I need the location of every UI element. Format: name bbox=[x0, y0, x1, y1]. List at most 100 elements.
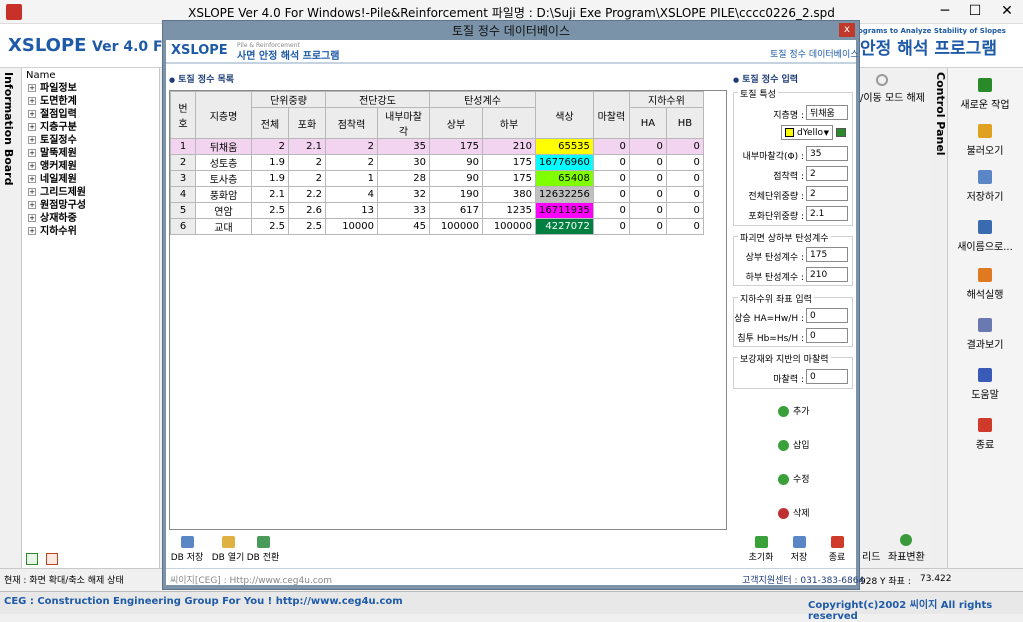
cohesion-input[interactable] bbox=[806, 166, 848, 181]
dialog-close-button[interactable]: x bbox=[839, 23, 855, 37]
save-button[interactable]: 저장 bbox=[786, 536, 812, 563]
col-name[interactable]: 지층명 bbox=[195, 91, 252, 139]
empty-row bbox=[171, 295, 704, 310]
lower-modulus-input[interactable] bbox=[806, 267, 848, 282]
expand-icon[interactable]: + bbox=[28, 175, 36, 183]
mode-text: /이동 모드 해제 bbox=[860, 93, 925, 104]
tree-item[interactable]: + 파일정보 bbox=[28, 82, 77, 95]
control-button[interactable]: 해석실행 bbox=[950, 268, 1020, 301]
col-no[interactable]: 번호 bbox=[170, 91, 196, 139]
hb-input[interactable] bbox=[806, 328, 848, 343]
total-weight-input[interactable] bbox=[806, 186, 848, 201]
control-button[interactable]: 새로운 작업 bbox=[950, 78, 1020, 111]
delete-button[interactable]: 삭제 bbox=[778, 506, 810, 519]
color-select-value: dYello bbox=[797, 127, 824, 138]
coord-convert-button[interactable]: 좌표변환 bbox=[888, 548, 925, 563]
expand-icon[interactable]: + bbox=[28, 227, 36, 235]
col-groundwater[interactable]: 지하수위 bbox=[628, 91, 704, 108]
remove-node-icon[interactable] bbox=[46, 553, 58, 565]
friction-input[interactable] bbox=[806, 146, 848, 161]
col-unit-weight[interactable]: 단위중량 bbox=[251, 91, 326, 108]
expand-icon[interactable]: + bbox=[28, 201, 36, 209]
minimize-button[interactable]: ─ bbox=[930, 0, 960, 22]
control-button[interactable]: 결과보기 bbox=[950, 318, 1020, 351]
col-elastic[interactable]: 탄성계수 bbox=[429, 91, 536, 108]
col-lower[interactable]: 하부 bbox=[482, 107, 536, 139]
sat-weight-input[interactable] bbox=[806, 206, 848, 221]
expand-icon[interactable]: + bbox=[28, 123, 36, 131]
tree-item[interactable]: + 앵커제원 bbox=[28, 160, 77, 173]
control-button-label: 저장하기 bbox=[966, 192, 1004, 203]
control-button[interactable]: 불러오기 bbox=[950, 124, 1020, 157]
tree-item[interactable]: + 말뚝제원 bbox=[28, 147, 77, 160]
expand-icon[interactable]: + bbox=[28, 188, 36, 196]
grid-button[interactable]: 리드 bbox=[862, 548, 880, 563]
db-switch-button[interactable]: DB 전환 bbox=[246, 536, 280, 563]
control-button[interactable]: 종료 bbox=[950, 418, 1020, 451]
col-friction-angle[interactable]: 내부마찰각 bbox=[377, 107, 430, 139]
insert-button[interactable]: 삽입 bbox=[778, 438, 810, 451]
tree-item[interactable]: + 상재하중 bbox=[28, 212, 77, 225]
upper-modulus-input[interactable] bbox=[806, 247, 848, 262]
tree-item[interactable]: + 네일제원 bbox=[28, 173, 77, 186]
row-upper: 90 bbox=[429, 154, 483, 171]
col-shear[interactable]: 전단강도 bbox=[325, 91, 430, 108]
expand-icon[interactable]: + bbox=[28, 97, 36, 105]
tree-item[interactable]: + 지층구분 bbox=[28, 121, 77, 134]
tree-item[interactable]: + 도면한계 bbox=[28, 95, 77, 108]
maximize-button[interactable]: ☐ bbox=[960, 0, 990, 22]
modify-button[interactable]: 수정 bbox=[778, 472, 810, 485]
table-row[interactable]: 2 성토층 1.9 2 2 30 90 175 16776960 0 0 0 bbox=[170, 154, 704, 171]
tree-item[interactable]: + 절점입력 bbox=[28, 108, 77, 121]
table-row[interactable]: 3 토사층 1.9 2 1 28 90 175 65408 0 0 0 bbox=[170, 170, 704, 187]
table-row[interactable]: 6 교대 2.5 2.5 10000 45 100000 100000 4227072 0 0 0 bbox=[170, 218, 704, 235]
col-hb[interactable]: HB bbox=[665, 107, 704, 139]
col-sat[interactable]: 포화 bbox=[288, 107, 326, 139]
tree-header[interactable]: Name bbox=[26, 70, 56, 81]
expand-icon[interactable]: + bbox=[28, 149, 36, 157]
empty-row bbox=[171, 415, 704, 430]
layer-name-input[interactable] bbox=[806, 105, 848, 120]
expand-icon[interactable]: + bbox=[28, 162, 36, 170]
control-button[interactable]: 도움말 bbox=[950, 368, 1020, 401]
search-icon[interactable] bbox=[876, 74, 888, 86]
expand-icon[interactable]: + bbox=[28, 84, 36, 92]
col-friction-force[interactable]: 마찰력 bbox=[592, 91, 630, 139]
row-ha: 0 bbox=[628, 202, 667, 219]
tree-item[interactable]: + 원점망구성 bbox=[28, 199, 86, 212]
db-open-icon bbox=[221, 536, 235, 548]
ha-input[interactable] bbox=[806, 308, 848, 323]
table-row[interactable]: 5 연암 2.5 2.6 13 33 617 1235 16711935 0 0 0 bbox=[170, 202, 704, 219]
elastic-title: 파괴면 상하부 탄성계수 bbox=[738, 231, 831, 244]
db-save-button[interactable]: DB 저장 bbox=[170, 536, 204, 563]
control-button-label: 해석실행 bbox=[966, 290, 1004, 301]
expand-icon[interactable]: + bbox=[28, 214, 36, 222]
col-total[interactable]: 전체 bbox=[251, 107, 289, 139]
empty-row bbox=[171, 400, 704, 415]
friction-force-input[interactable] bbox=[806, 369, 848, 384]
close-button[interactable]: ✕ bbox=[992, 0, 1022, 22]
add-button[interactable]: 추가 bbox=[778, 404, 810, 417]
exit-button[interactable]: 종료 bbox=[824, 536, 850, 563]
table-row[interactable]: 4 풍화암 2.1 2.2 4 32 190 380 12632256 0 0 0 bbox=[170, 186, 704, 203]
col-cohesion[interactable]: 점착력 bbox=[325, 107, 378, 139]
palette-icon[interactable] bbox=[836, 128, 846, 137]
expand-icon[interactable]: + bbox=[28, 110, 36, 118]
col-upper[interactable]: 상부 bbox=[429, 107, 483, 139]
reset-button[interactable]: 초기화 bbox=[746, 536, 776, 563]
expand-icon[interactable]: + bbox=[28, 136, 36, 144]
col-ha[interactable]: HA bbox=[628, 107, 667, 139]
tree-item[interactable]: + 토질정수 bbox=[28, 134, 77, 147]
col-color[interactable]: 색상 bbox=[535, 91, 594, 139]
add-node-icon[interactable] bbox=[26, 553, 38, 565]
row-name: 풍화암 bbox=[195, 186, 252, 203]
empty-cell bbox=[171, 520, 704, 535]
empty-cell bbox=[171, 415, 704, 430]
db-open-button[interactable]: DB 열기 bbox=[208, 536, 248, 563]
tree-item[interactable]: + 그리드제원 bbox=[28, 186, 86, 199]
color-select[interactable]: dYello ▼ bbox=[781, 125, 833, 140]
table-row[interactable]: 1 뒤채움 2 2.1 2 35 175 210 65535 0 0 0 bbox=[170, 138, 704, 155]
control-button[interactable]: 새이름으로... bbox=[950, 220, 1020, 253]
tree-item[interactable]: + 지하수위 bbox=[28, 225, 77, 238]
control-button[interactable]: 저장하기 bbox=[950, 170, 1020, 203]
